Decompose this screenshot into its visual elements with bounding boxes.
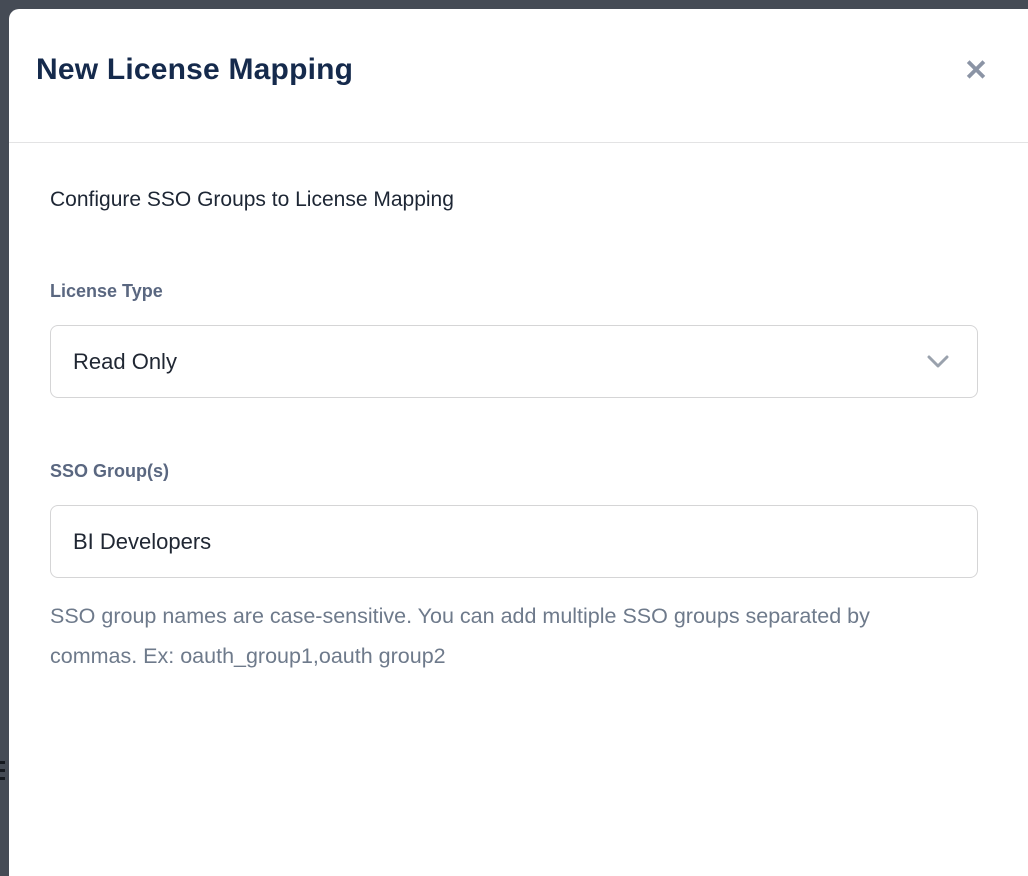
modal-body: Configure SSO Groups to License Mapping … bbox=[50, 143, 987, 876]
sso-groups-input[interactable] bbox=[50, 505, 978, 578]
new-license-mapping-modal: New License Mapping ✕ Configure SSO Grou… bbox=[9, 9, 1028, 876]
close-button[interactable]: ✕ bbox=[956, 51, 996, 91]
chevron-down-icon bbox=[927, 355, 949, 369]
close-icon: ✕ bbox=[964, 55, 988, 87]
sso-groups-label: SSO Group(s) bbox=[50, 461, 169, 482]
modal-subtitle: Configure SSO Groups to License Mapping bbox=[50, 188, 454, 212]
modal-title: New License Mapping bbox=[36, 53, 353, 87]
background-page-fragment bbox=[0, 761, 5, 783]
modal-header: New License Mapping ✕ bbox=[9, 9, 1028, 142]
sso-groups-help-text: SSO group names are case-sensitive. You … bbox=[50, 596, 895, 676]
license-type-select[interactable]: Read Only bbox=[50, 325, 978, 398]
license-type-label: License Type bbox=[50, 281, 163, 302]
license-type-selected-value: Read Only bbox=[73, 349, 177, 375]
